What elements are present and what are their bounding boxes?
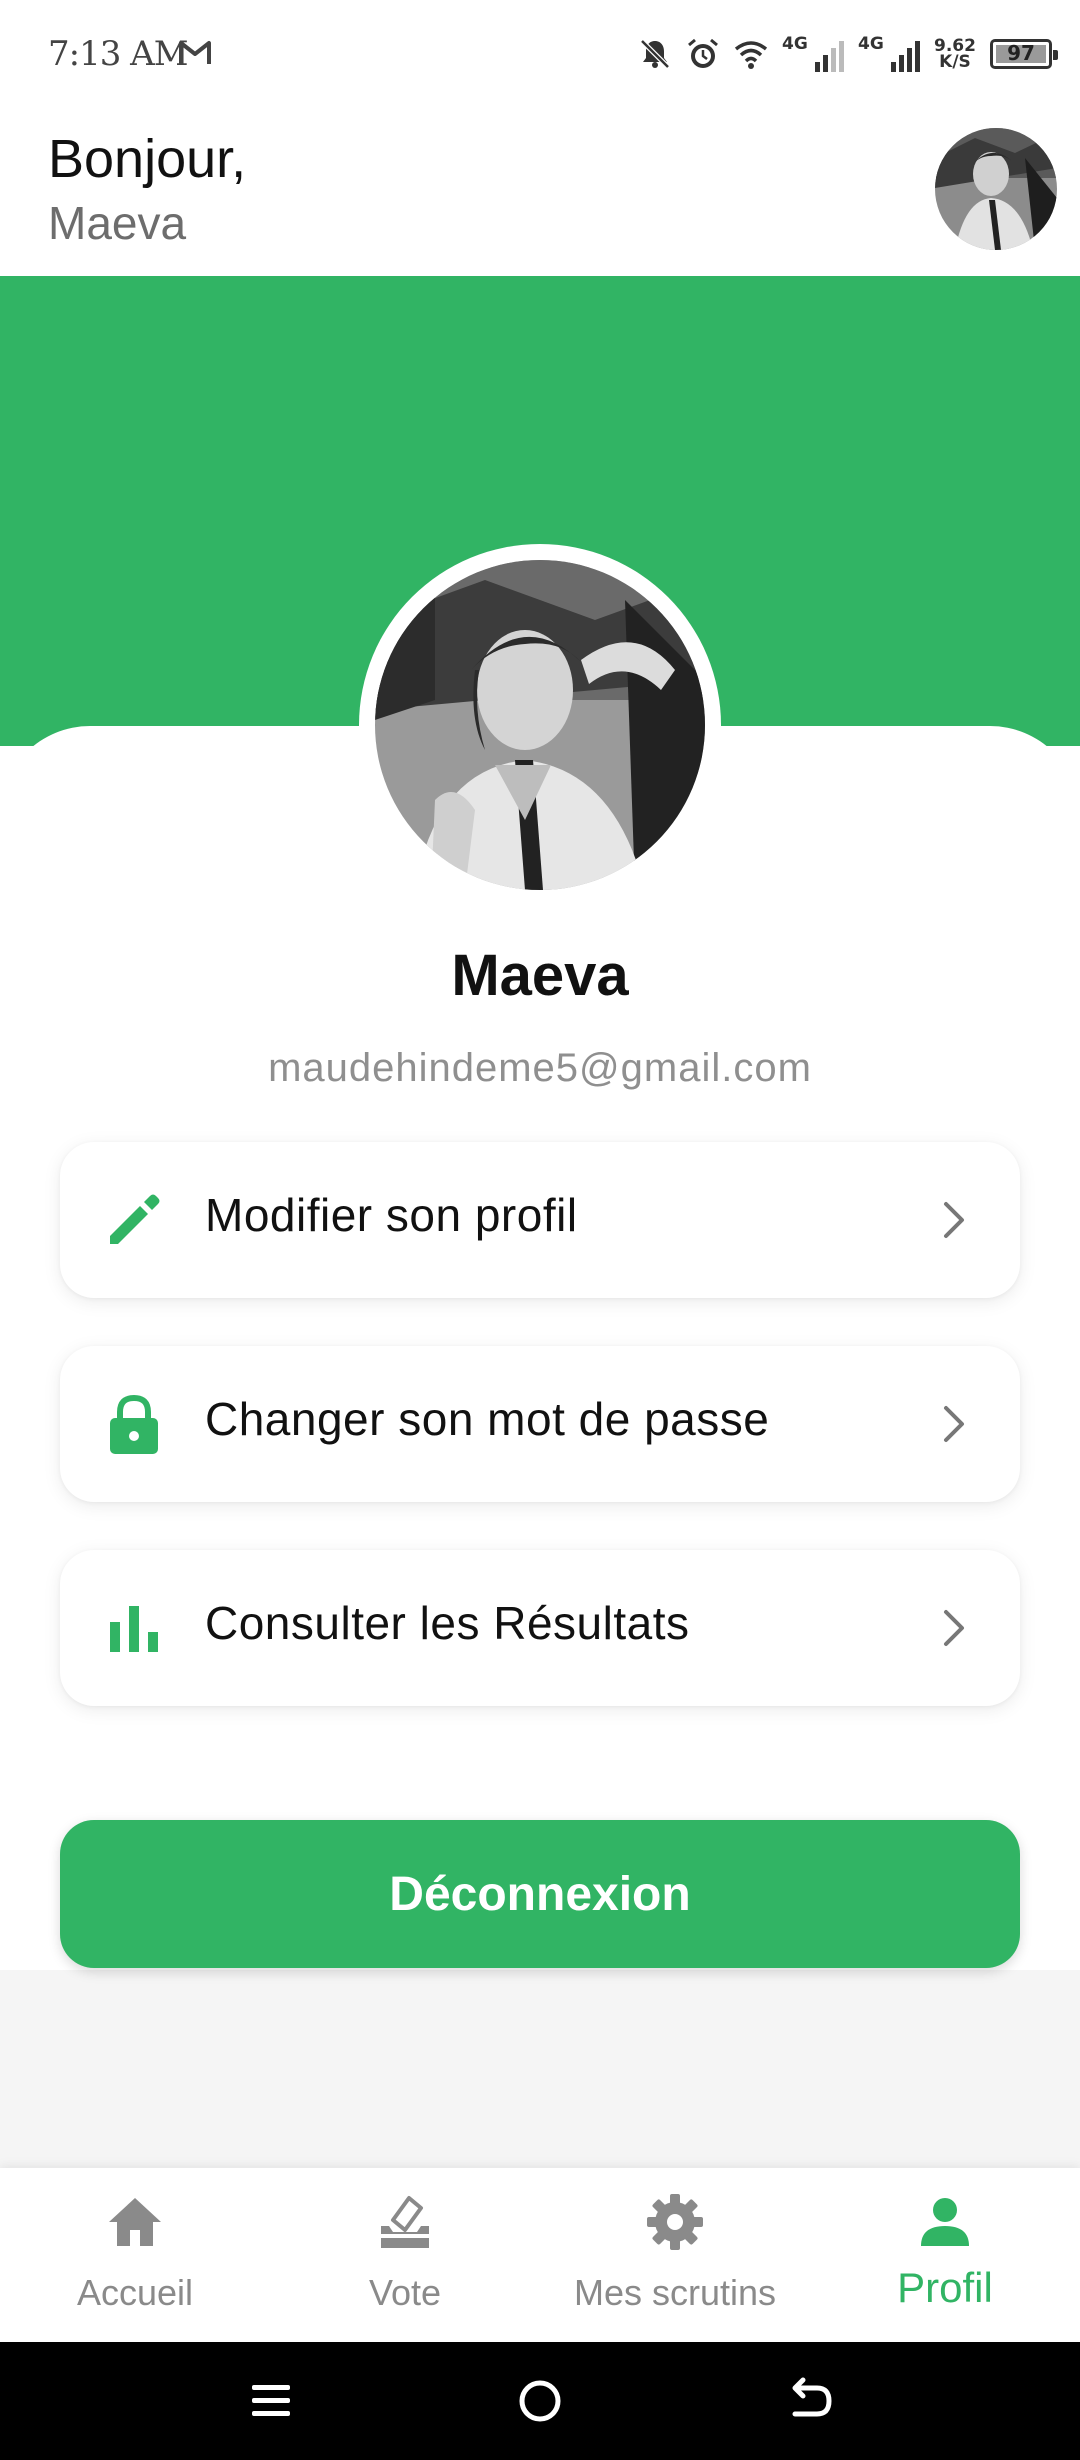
nav-item-accueil[interactable]: Accueil [0,2168,270,2342]
nav-item-vote[interactable]: Vote [270,2168,540,2342]
bell-off-icon [640,39,670,69]
battery-level: 97 [1007,41,1035,65]
bottom-nav: Accueil Vote Mes scrutins Profil [0,2168,1080,2342]
nav-label-vote: Vote [368,2272,442,2313]
profile-email: maudehindeme5@gmail.com [268,1046,812,1090]
network-type-1: 4G [782,34,808,54]
view-results-item[interactable]: Consulter les Résultats [60,1550,1020,1706]
profile-name: Maeva [451,943,629,1008]
nav-item-profil[interactable]: Profil [810,2168,1080,2342]
change-password-item[interactable]: Changer son mot de passe [60,1346,1020,1502]
battery-icon: 97 [990,39,1058,69]
edit-profile-item[interactable]: Modifier son profil [60,1142,1020,1298]
net-speed: 9.62 K/S [934,38,976,72]
logout-label: Déconnexion [389,1867,691,1921]
avatar[interactable] [935,128,1057,250]
status-bar: 7:13 AM 4G 4G 9.62 K/S 97 [0,0,1080,108]
wifi-icon [734,41,768,69]
chevron-right-icon [944,1202,964,1238]
person-icon [921,2198,969,2246]
chevron-right-icon [944,1406,964,1442]
greeting-name: Maeva [48,197,187,249]
pencil-icon [110,1194,160,1244]
back-icon[interactable] [785,2376,835,2426]
system-nav-bar [0,2342,1080,2460]
nav-label-mes-scrutins: Mes scrutins [573,2272,777,2313]
signal-1: 4G [782,34,844,74]
nav-label-accueil: Accueil [76,2272,194,2313]
alarm-icon [688,38,718,68]
ballot-box-icon [381,2196,429,2248]
home-icon [109,2198,161,2246]
nav-item-mes-scrutins[interactable]: Mes scrutins [540,2168,810,2342]
view-results-label: Consulter les Résultats [205,1597,690,1649]
bar-chart-icon [110,1606,158,1652]
status-icons: 4G 4G 9.62 K/S 97 [638,30,1058,78]
content-background [0,1970,1080,2168]
recents-icon[interactable] [246,2376,296,2426]
edit-profile-label: Modifier son profil [205,1189,578,1241]
greeting: Bonjour, [48,129,247,189]
network-type-2: 4G [858,34,884,54]
gmail-icon [179,41,211,64]
gear-icon [647,2194,703,2250]
signal-2: 4G [858,34,920,74]
logout-button[interactable]: Déconnexion [60,1820,1020,1968]
home-button-icon[interactable] [515,2376,565,2426]
net-speed-unit: K/S [939,52,971,72]
change-password-label: Changer son mot de passe [205,1393,770,1445]
status-time: 7:13 AM [48,34,189,74]
header: Bonjour, Maeva [0,108,1080,276]
chevron-right-icon [944,1610,964,1646]
nav-label-profil: Profil [897,2264,993,2311]
lock-icon [110,1394,158,1454]
profile-photo [375,560,705,890]
